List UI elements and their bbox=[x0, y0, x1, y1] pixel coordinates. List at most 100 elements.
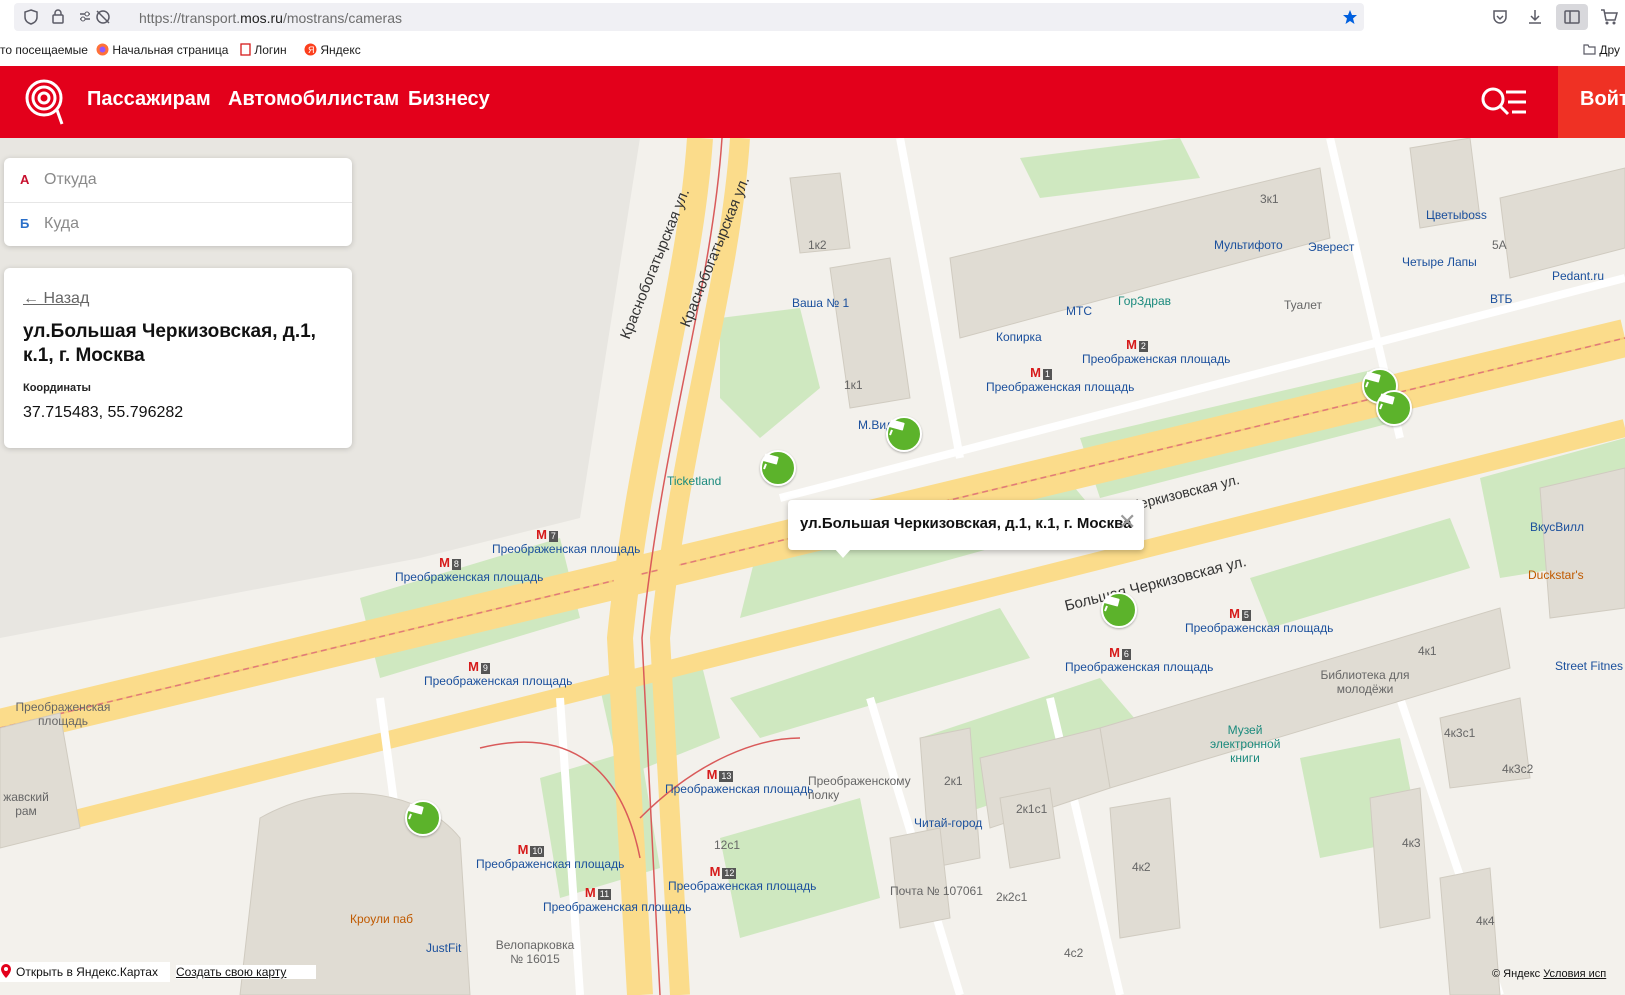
poi-label[interactable]: Эверест bbox=[1308, 240, 1354, 254]
poi-label[interactable]: Ticketland bbox=[667, 474, 721, 488]
poi-label[interactable]: Четыре Лапы bbox=[1402, 255, 1477, 269]
building-number: 2к1с1 bbox=[1016, 802, 1048, 816]
camera-marker[interactable] bbox=[1101, 592, 1137, 628]
yandex-icon: Я bbox=[304, 43, 317, 56]
poi-label[interactable]: Преображенская площадь bbox=[8, 700, 118, 728]
bookmark-login[interactable]: Логин bbox=[240, 43, 287, 57]
building-number: 1к2 bbox=[808, 238, 827, 252]
metro-exit[interactable]: M 1 Преображенская площадь bbox=[986, 366, 1134, 395]
mos-transport-logo[interactable] bbox=[24, 78, 68, 126]
poi-label[interactable]: Кроули паб bbox=[350, 912, 413, 926]
poi-label[interactable]: Музей электронной книги bbox=[1210, 723, 1280, 765]
poi-label[interactable]: ВТБ bbox=[1490, 292, 1512, 306]
metro-exit[interactable]: M 7 Преображенская площадь bbox=[492, 528, 640, 557]
bookmark-yandex[interactable]: Я Яндекс bbox=[304, 43, 361, 57]
bookmark-most-visited[interactable]: то посещаемые bbox=[0, 43, 88, 57]
camera-marker[interactable] bbox=[1376, 390, 1412, 426]
metro-exit[interactable]: M 6 Преображенская площадь bbox=[1065, 646, 1213, 675]
building-number: 1к1 bbox=[844, 378, 863, 392]
building-number: 2к2с1 bbox=[996, 890, 1028, 904]
close-icon[interactable]: ✕ bbox=[1118, 511, 1136, 533]
nav-business[interactable]: Бизнесу bbox=[408, 88, 490, 111]
browser-toolbar: https://transport.mos.ru/mostrans/camera… bbox=[0, 0, 1625, 34]
firefox-icon bbox=[96, 43, 109, 56]
camera-marker[interactable] bbox=[405, 800, 441, 836]
lock-icon[interactable] bbox=[52, 9, 64, 28]
poi-label[interactable]: Преображенскому полку bbox=[808, 774, 918, 802]
camera-marker[interactable] bbox=[760, 450, 796, 486]
poi-label[interactable]: Pedant.ru bbox=[1552, 269, 1604, 283]
poi-label[interactable]: Копирка bbox=[996, 330, 1042, 344]
route-panel: А Б bbox=[4, 158, 352, 246]
address-bar[interactable]: https://transport.mos.ru/mostrans/camera… bbox=[14, 3, 1364, 31]
poi-label[interactable]: Цветыboss bbox=[1426, 208, 1487, 222]
building-number: 4к3 bbox=[1402, 836, 1421, 850]
metro-exit[interactable]: M 5 Преображенская площадь bbox=[1185, 607, 1333, 636]
building-number: 12с1 bbox=[714, 838, 741, 852]
route-from-row: А bbox=[4, 158, 352, 203]
bookmark-star-icon[interactable] bbox=[1342, 9, 1358, 29]
route-to-row: Б bbox=[4, 202, 352, 246]
cart-icon[interactable] bbox=[1600, 9, 1618, 29]
route-from-input[interactable] bbox=[42, 168, 336, 192]
poi-label[interactable]: JustFit bbox=[426, 941, 461, 955]
building-number: 4с2 bbox=[1064, 946, 1084, 960]
route-to-input[interactable] bbox=[42, 212, 336, 236]
building-number: 4к3с2 bbox=[1502, 762, 1534, 776]
camera-icon bbox=[1104, 595, 1120, 612]
nav-motorists[interactable]: Автомобилистам bbox=[228, 88, 399, 111]
camera-marker[interactable] bbox=[886, 416, 922, 452]
poi-label[interactable]: Туалет bbox=[1284, 298, 1322, 312]
map-canvas[interactable] bbox=[0, 138, 1625, 995]
permissions-icon[interactable] bbox=[78, 9, 112, 29]
poi-label[interactable]: Велопарковка № 16015 bbox=[495, 938, 575, 966]
metro-exit[interactable]: M 10 Преображенская площадь bbox=[476, 843, 624, 872]
sidebar-icon[interactable] bbox=[1556, 4, 1588, 30]
nav-passengers[interactable]: Пассажирам bbox=[87, 88, 211, 111]
poi-label[interactable]: жавский рам bbox=[0, 790, 52, 818]
metro-exit[interactable]: M 11 Преображенская площадь bbox=[543, 886, 691, 915]
poi-label[interactable]: Street Fitnes bbox=[1555, 659, 1623, 673]
page-icon bbox=[240, 43, 251, 56]
metro-exit[interactable]: M 8 Преображенская площадь bbox=[395, 556, 543, 585]
open-in-yandex-link[interactable]: Открыть в Яндекс.Картах bbox=[0, 962, 170, 982]
poi-label[interactable]: ГорЗдрав bbox=[1118, 294, 1171, 308]
login-button[interactable]: Войт bbox=[1558, 66, 1625, 138]
camera-icon bbox=[1379, 393, 1395, 410]
bookmark-other[interactable]: Дру bbox=[1583, 43, 1620, 57]
popup-address: ул.Большая Черкизовская, д.1, к.1, г. Мо… bbox=[800, 515, 1132, 532]
metro-exit[interactable]: M 13 Преображенская площадь bbox=[665, 768, 813, 797]
route-from-letter: А bbox=[20, 172, 30, 187]
poi-label[interactable]: Библиотека для молодёжи bbox=[1310, 668, 1420, 696]
camera-icon bbox=[1365, 371, 1381, 388]
pocket-icon[interactable] bbox=[1492, 9, 1508, 29]
search-menu-icon[interactable] bbox=[1480, 84, 1528, 120]
back-link[interactable]: ← Назад bbox=[23, 290, 89, 308]
poi-label[interactable]: ВкусВилл bbox=[1530, 520, 1584, 534]
map[interactable]: Краснобогатырская ул. Краснобогатырская … bbox=[0, 138, 1625, 995]
metro-exit[interactable]: M 12 Преображенская площадь bbox=[668, 865, 816, 894]
metro-exit[interactable]: M 9 Преображенская площадь bbox=[424, 660, 572, 689]
shield-icon[interactable] bbox=[24, 9, 38, 29]
poi-label[interactable]: Читай-город bbox=[914, 816, 982, 830]
folder-icon bbox=[1583, 44, 1596, 55]
poi-label[interactable]: Ваша № 1 bbox=[792, 296, 849, 310]
terms-link[interactable]: Условия исп bbox=[1543, 968, 1606, 980]
popup-tail bbox=[834, 548, 852, 558]
camera-icon bbox=[889, 419, 905, 436]
map-pin-icon bbox=[1, 964, 11, 978]
download-icon[interactable] bbox=[1527, 9, 1543, 29]
coordinates-value: 37.715483, 55.796282 bbox=[23, 404, 184, 421]
poi-label[interactable]: Duckstar's bbox=[1528, 568, 1584, 582]
poi-label[interactable]: Почта № 107061 bbox=[890, 884, 983, 898]
url-text[interactable]: https://transport.mos.ru/mostrans/camera… bbox=[139, 10, 402, 26]
building-number: 4к4 bbox=[1476, 914, 1495, 928]
building-number: 5А bbox=[1492, 238, 1507, 252]
route-to-letter: Б bbox=[20, 216, 30, 231]
bookmarks-bar: то посещаемые Начальная страница Логин Я… bbox=[0, 34, 1625, 67]
bookmark-start-page[interactable]: Начальная страница bbox=[96, 43, 228, 57]
create-map-link[interactable]: Создать свою карту bbox=[176, 965, 316, 979]
poi-label[interactable]: МТС bbox=[1066, 304, 1092, 318]
metro-exit[interactable]: M 2 Преображенская площадь bbox=[1082, 338, 1230, 367]
poi-label[interactable]: Мультифото bbox=[1214, 238, 1283, 252]
